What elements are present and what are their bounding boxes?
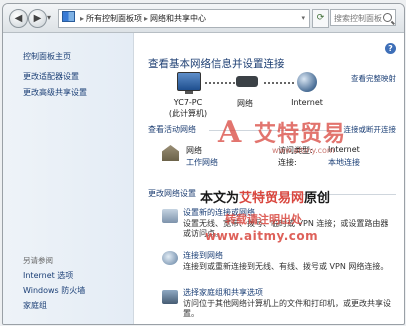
sidebar-item-internet-options[interactable]: Internet 选项 <box>23 270 73 281</box>
internet-globe-icon <box>297 72 317 92</box>
back-button[interactable]: ◀ <box>9 9 28 28</box>
network-type-link[interactable]: 工作网络 <box>186 157 218 168</box>
refresh-button[interactable]: ⟳ <box>312 9 329 28</box>
address-bar[interactable]: ▸ 所有控制面板项 ▸ 网络和共享中心 ▾ <box>58 9 310 28</box>
network-icon <box>236 76 258 87</box>
forward-button[interactable]: ▶ <box>28 9 47 28</box>
sidebar-item-advanced-sharing[interactable]: 更改高级共享设置 <box>23 87 87 98</box>
breadcrumb-chevron-icon: ▸ <box>144 14 149 23</box>
homegroup-sharing-icon <box>162 290 178 304</box>
watermark-logo-icon: A <box>218 115 242 150</box>
connect-network-icon <box>162 251 178 265</box>
connection-label: 连接: <box>278 158 297 167</box>
connection-line <box>205 82 235 84</box>
breadcrumb-all-items[interactable]: 所有控制面板项 <box>86 14 142 23</box>
task-connect-network[interactable]: 连接到网络 <box>183 250 223 261</box>
sidebar-item-change-adapter[interactable]: 更改适配器设置 <box>23 71 79 82</box>
connection-line <box>264 82 294 84</box>
change-settings-title: 更改网络设置 <box>148 189 196 198</box>
local-connection-link[interactable]: 本地连接 <box>328 157 360 168</box>
internet-label: Internet <box>291 98 323 107</box>
main-content: ? 查看基本网络信息并设置连接 查看完整映射 YC7-PC (此计算机) 网络 … <box>134 33 404 324</box>
new-connection-icon <box>162 209 178 223</box>
active-networks-title: 查看活动网络 <box>148 125 196 134</box>
connect-disconnect-link[interactable]: 连接或断开连接 <box>344 124 397 135</box>
network-label: 网络 <box>237 99 253 108</box>
work-network-icon <box>162 145 179 161</box>
navigation-bar: ◀ ▶ ▾ ▸ 所有控制面板项 ▸ 网络和共享中心 ▾ ⟳ 搜索控制面板 <box>3 4 404 33</box>
computer-icon <box>177 72 201 94</box>
watermark-line1-brand: 艾特贸易网 <box>239 191 305 206</box>
watermark-brand: 艾特贸易 <box>254 122 347 147</box>
control-panel-icon <box>62 11 75 22</box>
sidebar-item-control-panel-home[interactable]: 控制面板主页 <box>23 51 71 62</box>
computer-name: YC7-PC <box>173 98 203 107</box>
breadcrumb-network-center[interactable]: 网络和共享中心 <box>150 14 206 23</box>
watermark-line2: 转载请注明出处 <box>225 213 302 226</box>
task-homegroup-sharing[interactable]: 选择家庭组和共享选项 <box>183 287 263 298</box>
recent-pages-dropdown[interactable]: ▾ <box>47 13 51 22</box>
see-also-heading: 另请参阅 <box>23 256 53 265</box>
view-full-map-link[interactable]: 查看完整映射 <box>351 73 396 84</box>
sidebar-item-windows-firewall[interactable]: Windows 防火墙 <box>23 285 85 296</box>
search-input[interactable]: 搜索控制面板 <box>330 9 396 26</box>
computer-sub-label: (此计算机) <box>168 109 208 118</box>
active-network-name: 网络 <box>186 146 202 155</box>
sidebar: 控制面板主页 更改适配器设置 更改高级共享设置 另请参阅 Internet 选项… <box>3 33 134 324</box>
control-panel-window: ◀ ▶ ▾ ▸ 所有控制面板项 ▸ 网络和共享中心 ▾ ⟳ 搜索控制面板 控制面板主页… <box>2 3 405 325</box>
breadcrumb-chevron-icon: ▸ <box>80 14 85 23</box>
watermark-url: www.aitmy.com <box>205 229 319 243</box>
help-icon[interactable]: ? <box>385 43 396 54</box>
task-homegroup-sharing-desc: 访问位于其他网络计算机上的文件和打印机，或更改共享设置。 <box>183 299 391 318</box>
address-dropdown-icon[interactable]: ▾ <box>301 10 305 27</box>
watermark-url-small: www.aitmy.com <box>272 146 335 155</box>
search-icon[interactable] <box>383 13 392 22</box>
watermark-line1-prefix: 本文为 <box>200 191 240 206</box>
search-placeholder: 搜索控制面板 <box>334 14 382 23</box>
watermark-line1-suffix: 原创 <box>304 191 331 206</box>
task-connect-network-desc: 连接到或重新连接到无线、有线、拨号或 VPN 网络连接。 <box>183 262 389 271</box>
sidebar-item-homegroup[interactable]: 家庭组 <box>23 300 47 311</box>
watermark-line1: 本文为艾特贸易网原创 <box>200 187 330 206</box>
page-title: 查看基本网络信息并设置连接 <box>148 58 285 70</box>
